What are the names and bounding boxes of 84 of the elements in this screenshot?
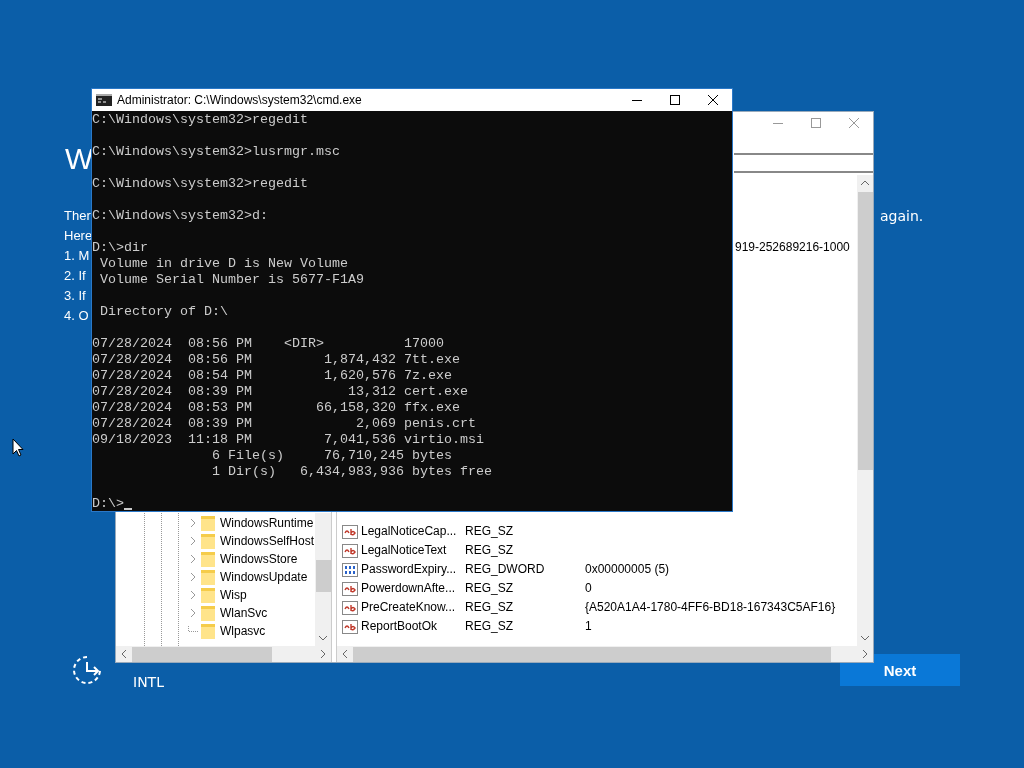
window-title: Administrator: C:\Windows\system32\cmd.exe: [117, 93, 362, 107]
console-line: 07/28/2024 08:56 PM <DIR> 17000: [92, 336, 444, 352]
console-line: 07/28/2024 08:54 PM 1,620,576 7z.exe: [92, 368, 452, 384]
folder-icon: [201, 605, 215, 621]
console-line: 6 File(s) 76,710,245 bytes: [210, 448, 452, 464]
address-bar[interactable]: [734, 153, 873, 173]
value-type: REG_SZ: [465, 618, 514, 635]
value-type: REG_SZ: [465, 542, 514, 559]
string-value-icon: [342, 599, 358, 616]
console-line: C:\Windows\system32>regedit: [92, 176, 308, 192]
value-type: REG_SZ: [465, 580, 514, 597]
value-data: 0x00000005 (5): [585, 561, 670, 578]
instruction-text: Here: [64, 227, 93, 245]
folder-icon: [201, 533, 215, 549]
chevron-icon[interactable]: [188, 572, 198, 582]
value-name[interactable]: LegalNoticeCap...: [361, 522, 465, 541]
tree-item[interactable]: WindowsStore: [220, 550, 298, 568]
instruction-text: 4. O: [64, 307, 89, 325]
string-value-icon: [342, 580, 358, 597]
next-button[interactable]: Next: [840, 654, 960, 686]
value-data: 1: [585, 618, 592, 635]
console-line: 07/28/2024 08:56 PM 1,874,432 7tt.exe: [92, 352, 460, 368]
console-line: C:\Windows\system32>d:: [92, 208, 268, 224]
console-line: 1 Dir(s) 6,434,983,936 bytes free: [210, 464, 492, 480]
console-line: 07/28/2024 08:39 PM 13,312 cert.exe: [92, 384, 468, 400]
horizontal-scrollbar[interactable]: [116, 646, 331, 662]
instruction-text: 3. If: [64, 287, 86, 305]
console-line: C:\Windows\system32>lusrmgr.msc: [92, 144, 340, 160]
console-line: 07/28/2024 08:53 PM 66,158,320 ffx.exe: [92, 400, 460, 416]
close-icon[interactable]: [708, 95, 718, 105]
value-data: {A520A1A4-1780-4FF6-BD18-167343C5AF16}: [585, 599, 836, 616]
instruction-text: 2. If: [64, 267, 86, 285]
value-name[interactable]: PreCreateKnow...: [361, 598, 465, 617]
folder-icon: [201, 515, 215, 531]
binary-value-icon: [342, 561, 358, 578]
console-line: Volume in drive D is New Volume: [99, 256, 348, 272]
tree-item[interactable]: WindowsRuntime: [220, 514, 314, 532]
console-icon: [96, 94, 112, 106]
folder-icon: [201, 569, 215, 585]
chevron-icon[interactable]: [188, 608, 198, 618]
keyboard-layout-label[interactable]: INTL: [133, 673, 164, 691]
scrollbar[interactable]: [315, 513, 331, 646]
console-line: D:\>: [92, 496, 124, 512]
value-name[interactable]: PowerdownAfte...: [361, 579, 465, 598]
value-name[interactable]: ReportBootOk: [361, 617, 465, 636]
mouse-pointer-icon: [12, 438, 24, 457]
scroll-thumb[interactable]: [857, 192, 873, 470]
chevron-icon[interactable]: [188, 590, 198, 600]
console-line: 09/18/2023 11:18 PM 7,041,536 virtio.msi: [92, 432, 484, 448]
tree-item[interactable]: Wisp: [220, 586, 247, 604]
console-line: Directory of D:\: [99, 304, 228, 320]
console-line: 07/28/2024 08:39 PM 2,069 penis.crt: [92, 416, 476, 432]
value-type: REG_DWORD: [465, 561, 546, 578]
chevron-icon[interactable]: [188, 554, 198, 564]
console-line: D:\>dir: [92, 240, 148, 256]
console-line: Volume Serial Number is 5677-F1A9: [99, 272, 364, 288]
chevron-icon[interactable]: [188, 536, 198, 546]
string-value-icon: [342, 542, 358, 559]
value-data: 919-252689216-1000: [735, 238, 850, 256]
console-line: C:\Windows\system32>regedit: [92, 112, 308, 128]
circular-arrow-icon[interactable]: [71, 654, 103, 686]
maximize-icon[interactable]: [670, 95, 680, 105]
folder-icon: [201, 551, 215, 567]
string-value-icon: [342, 523, 358, 540]
value-type: REG_SZ: [465, 523, 514, 540]
folder-icon: [201, 587, 215, 603]
scroll-thumb[interactable]: [315, 560, 331, 592]
tree-item[interactable]: WindowsUpdate: [220, 568, 308, 586]
chevron-icon[interactable]: [188, 518, 198, 528]
folder-icon: [201, 623, 215, 639]
value-data: 0: [585, 580, 592, 597]
value-type: REG_SZ: [465, 599, 514, 616]
instruction-text: Ther: [64, 207, 91, 225]
text-cursor: [124, 508, 132, 510]
instruction-text: again.: [880, 207, 924, 226]
string-value-icon: [342, 618, 358, 635]
tree-item[interactable]: WindowsSelfHost: [220, 532, 315, 550]
value-name[interactable]: LegalNoticeText: [361, 541, 465, 560]
value-name[interactable]: PasswordExpiry...: [361, 560, 465, 579]
scrollbar[interactable]: [857, 175, 873, 646]
instruction-text: 1. M: [64, 247, 90, 265]
tree-item[interactable]: WlanSvc: [220, 604, 268, 622]
scroll-thumb[interactable]: [132, 646, 272, 662]
tree-item[interactable]: Wlpasvc: [220, 622, 266, 640]
